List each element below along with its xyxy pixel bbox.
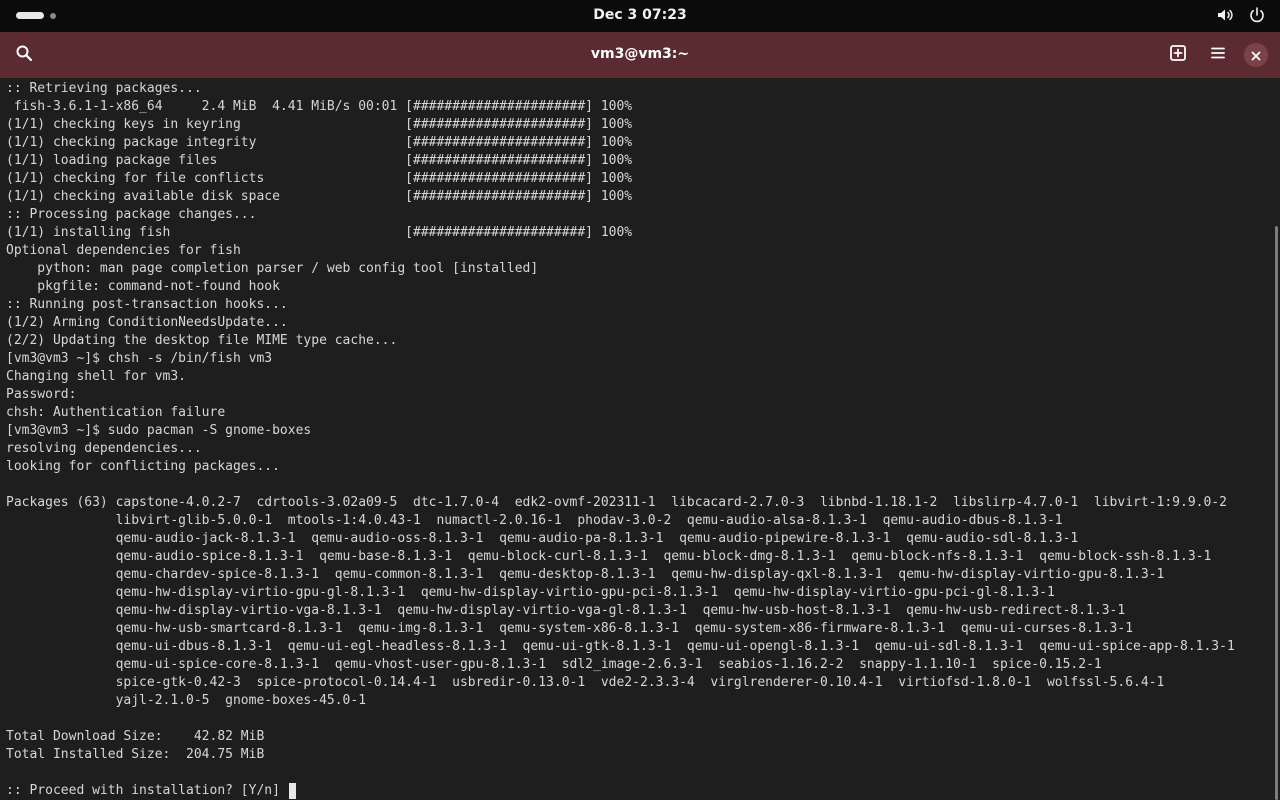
terminal-line: (1/2) Arming ConditionNeedsUpdate... (6, 315, 288, 330)
power-icon[interactable] (1248, 6, 1266, 24)
terminal-line: qemu-ui-spice-core-8.1.3-1 qemu-vhost-us… (6, 657, 1102, 672)
terminal-line: [vm3@vm3 ~]$ chsh -s /bin/fish vm3 (6, 351, 273, 366)
terminal-line: qemu-audio-spice-8.1.3-1 qemu-base-8.1.3… (6, 549, 1212, 564)
terminal-line: qemu-hw-display-virtio-vga-8.1.3-1 qemu-… (6, 603, 1126, 618)
terminal-line: libvirt-glib-5.0.0-1 mtools-1:4.0.43-1 n… (6, 513, 1063, 528)
menu-icon (1209, 44, 1227, 66)
terminal-line: Total Installed Size: 204.75 MiB (6, 747, 265, 762)
window-title: vm3@vm3:~ (590, 46, 690, 62)
prompt-text: :: Proceed with installation? [Y/n] (6, 783, 288, 798)
new-tab-icon (1169, 44, 1187, 66)
terminal-line: Packages (63) capstone-4.0.2-7 cdrtools-… (6, 495, 1227, 510)
terminal-line: [vm3@vm3 ~]$ sudo pacman -S gnome-boxes (6, 423, 312, 438)
terminal-line: (1/1) checking available disk space [###… (6, 189, 633, 204)
terminal-line: (1/1) loading package files [###########… (6, 153, 633, 168)
terminal-line: :: Processing package changes... (6, 207, 257, 222)
terminal-line: qemu-ui-dbus-8.1.3-1 qemu-ui-egl-headles… (6, 639, 1235, 654)
terminal-line: Total Download Size: 42.82 MiB (6, 729, 265, 744)
terminal-line: (1/1) checking for file conflicts [#####… (6, 171, 633, 186)
system-tray[interactable] (1216, 6, 1266, 24)
top-bar: Dec 3 07:23 (0, 0, 1280, 32)
clock[interactable]: Dec 3 07:23 (0, 7, 1280, 23)
main-menu-button[interactable] (1204, 41, 1232, 69)
terminal-line: pkgfile: command-not-found hook (6, 279, 280, 294)
terminal-line: Password: (6, 387, 77, 402)
terminal-line: qemu-hw-usb-smartcard-8.1.3-1 qemu-img-8… (6, 621, 1134, 636)
terminal-line: fish-3.6.1-1-x86_64 2.4 MiB 4.41 MiB/s 0… (6, 99, 633, 114)
terminal-output[interactable]: :: Retrieving packages... fish-3.6.1-1-x… (0, 78, 1280, 800)
terminal-line: chsh: Authentication failure (6, 405, 226, 420)
new-tab-button[interactable] (1164, 41, 1192, 69)
terminal-line: qemu-hw-display-virtio-gpu-gl-8.1.3-1 qe… (6, 585, 1055, 600)
terminal-line: qemu-chardev-spice-8.1.3-1 qemu-common-8… (6, 567, 1165, 582)
terminal-line: (1/1) checking keys in keyring [########… (6, 117, 633, 132)
terminal-line: (1/1) installing fish [#################… (6, 225, 633, 240)
terminal-line: yajl-2.1.0-5 gnome-boxes-45.0-1 (6, 693, 367, 708)
terminal-line: resolving dependencies... (6, 441, 202, 456)
scrollbar[interactable] (1274, 78, 1280, 800)
terminal-lines: :: Retrieving packages... fish-3.6.1-1-x… (6, 80, 1268, 800)
terminal-line: spice-gtk-0.42-3 spice-protocol-0.14.4-1… (6, 675, 1165, 690)
terminal-line: Changing shell for vm3. (6, 369, 187, 384)
close-icon (1251, 46, 1261, 65)
volume-icon[interactable] (1216, 6, 1234, 24)
terminal-line: :: Running post-transaction hooks... (6, 297, 288, 312)
terminal-line: (1/1) checking package integrity [######… (6, 135, 633, 150)
text-cursor (288, 783, 296, 799)
terminal-line: :: Retrieving packages... (6, 81, 202, 96)
terminal-line: Optional dependencies for fish (6, 243, 241, 258)
scrollbar-thumb[interactable] (1275, 226, 1278, 800)
terminal-line: python: man page completion parser / web… (6, 261, 539, 276)
terminal-line: qemu-audio-jack-8.1.3-1 qemu-audio-oss-8… (6, 531, 1079, 546)
close-button[interactable] (1244, 43, 1268, 67)
terminal-header-bar: vm3@vm3:~ (0, 32, 1280, 78)
terminal-line: (2/2) Updating the desktop file MIME typ… (6, 333, 398, 348)
install-prompt-line[interactable]: :: Proceed with installation? [Y/n] (6, 782, 1268, 800)
terminal-line: looking for conflicting packages... (6, 459, 280, 474)
